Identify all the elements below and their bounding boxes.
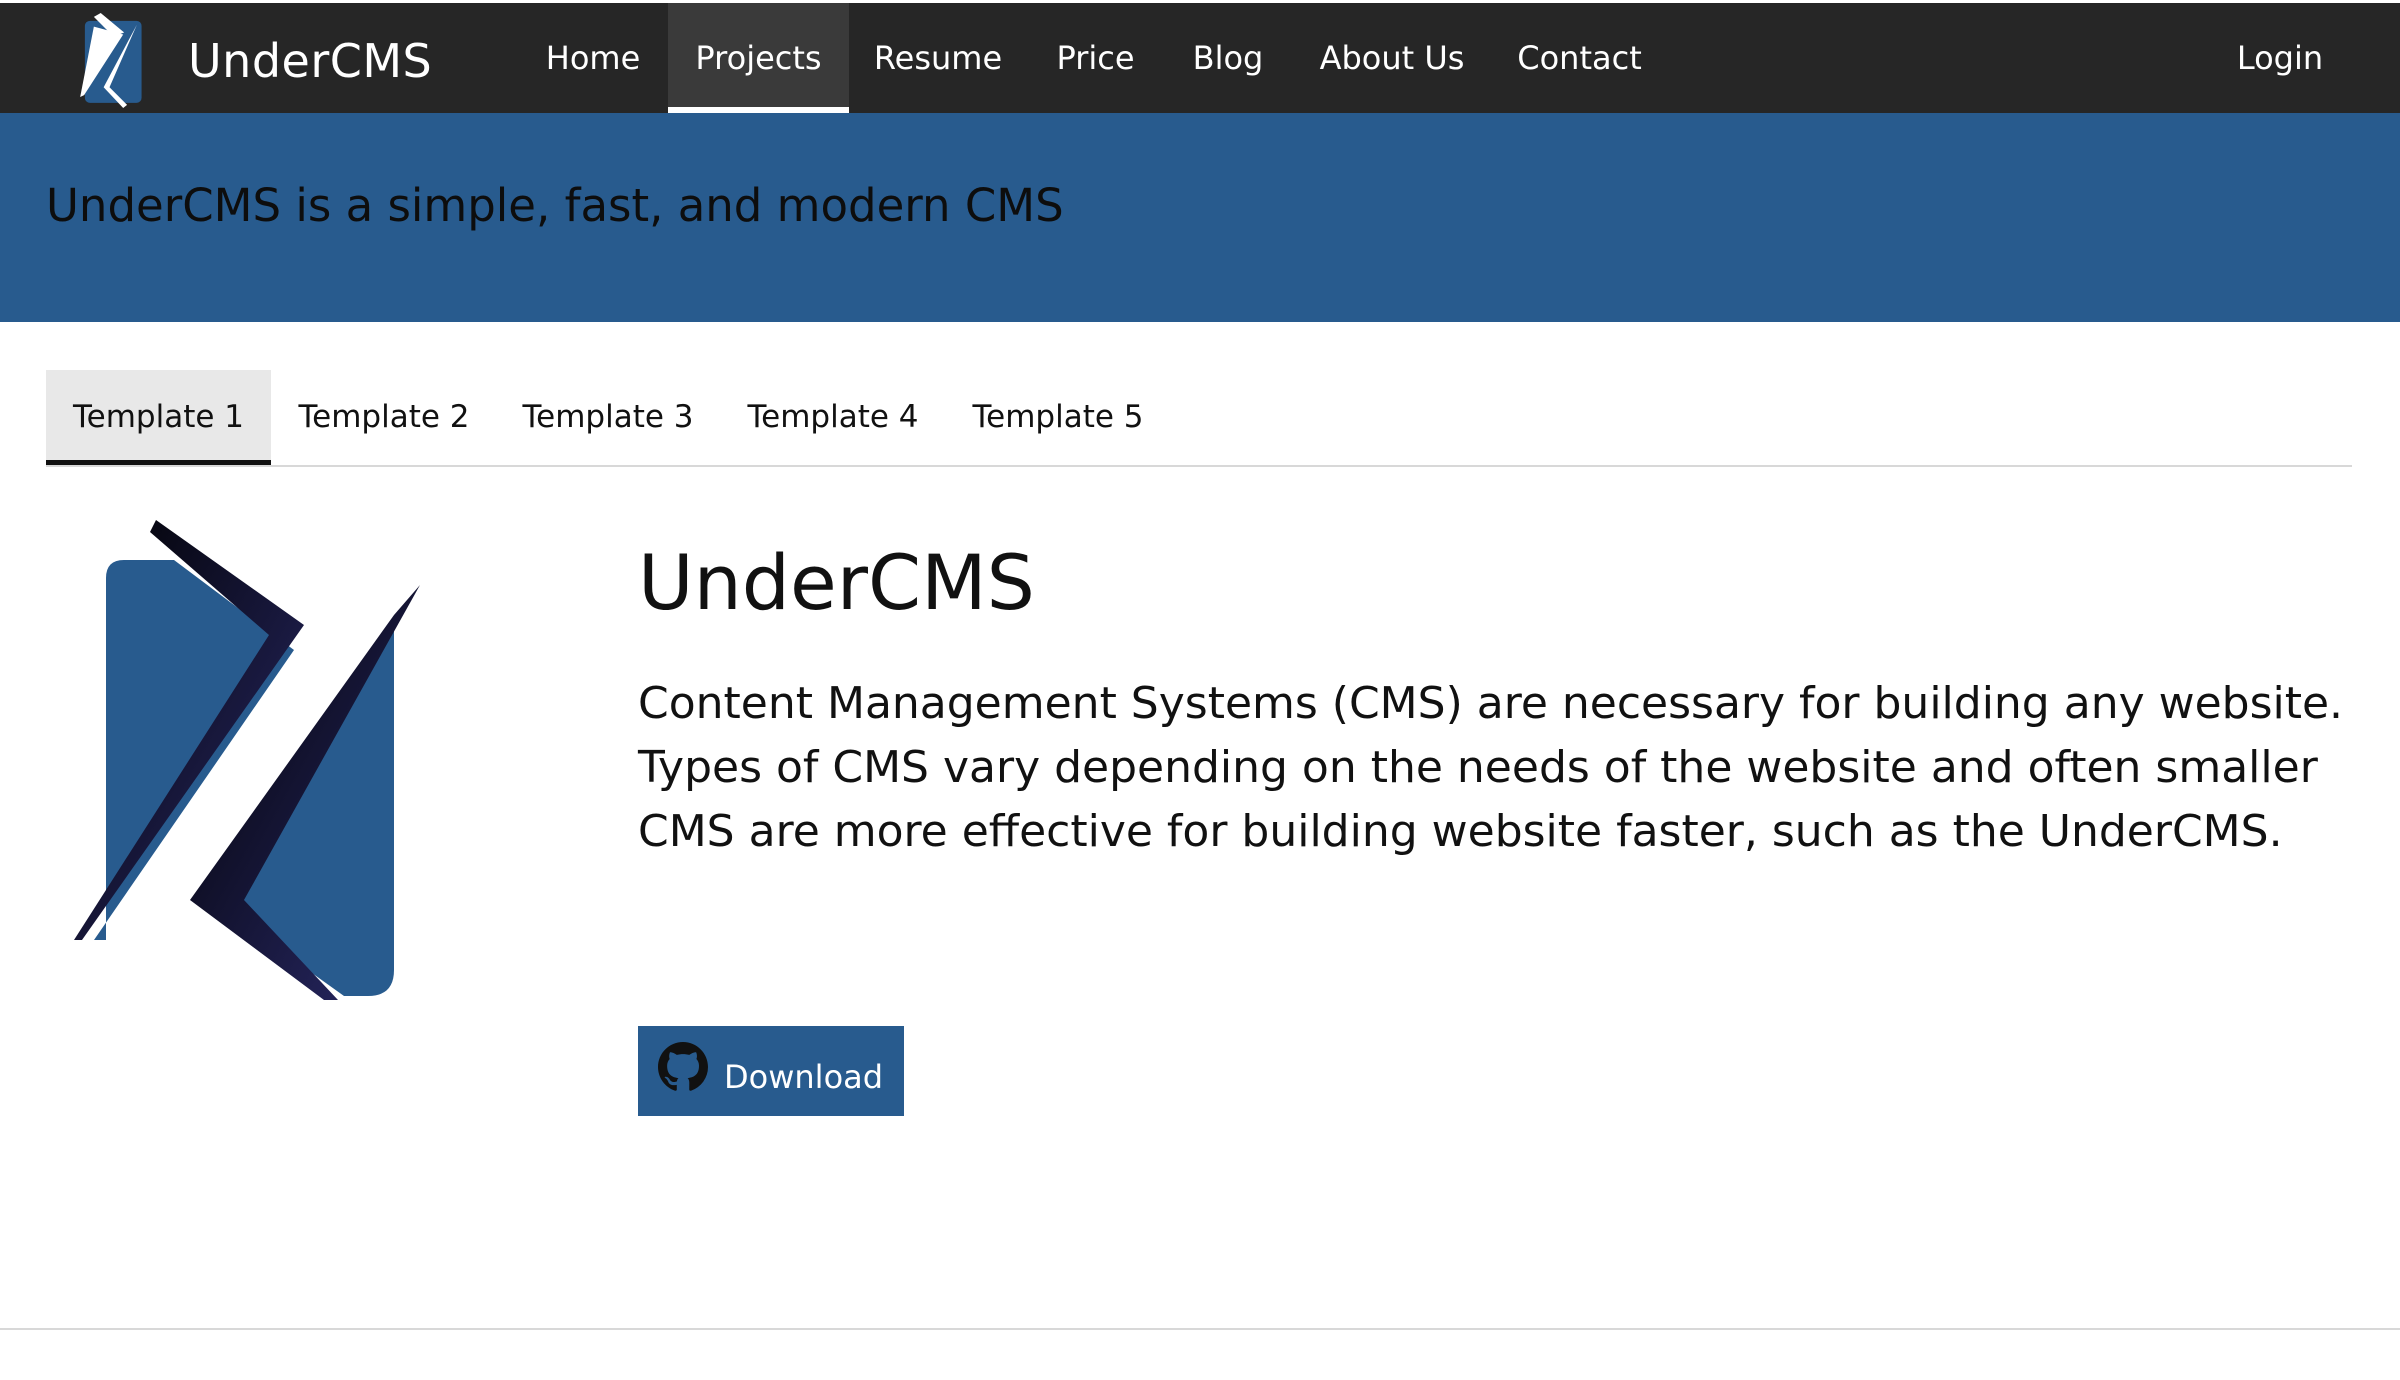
github-icon xyxy=(658,1042,708,1091)
nav-projects[interactable]: Projects xyxy=(668,3,849,113)
nav-contact[interactable]: Contact xyxy=(1502,3,1657,113)
footer-divider xyxy=(0,1328,2400,1330)
undercms-logo-icon xyxy=(80,13,142,108)
tab-template-3[interactable]: Template 3 xyxy=(503,370,713,465)
hero-tagline: UnderCMS is a simple, fast, and modern C… xyxy=(46,179,1064,232)
tab-template-5[interactable]: Template 5 xyxy=(953,370,1163,465)
nav-home[interactable]: Home xyxy=(529,3,657,113)
product-description: Content Management Systems (CMS) are nec… xyxy=(638,678,2344,857)
nav-price[interactable]: Price xyxy=(1027,3,1164,113)
undercms-large-logo-icon xyxy=(74,520,420,1000)
tab-template-4[interactable]: Template 4 xyxy=(728,370,938,465)
download-label: Download xyxy=(724,1058,884,1096)
template-tabs: Template 1 Template 2 Template 3 Templat… xyxy=(46,370,2352,467)
tab-template-1[interactable]: Template 1 xyxy=(46,370,271,465)
hero-banner: UnderCMS is a simple, fast, and modern C… xyxy=(0,113,2400,322)
nav-about-us[interactable]: About Us xyxy=(1292,3,1492,113)
nav-blog[interactable]: Blog xyxy=(1174,3,1282,113)
nav-resume[interactable]: Resume xyxy=(859,3,1017,113)
brand-link[interactable]: UnderCMS xyxy=(74,13,432,108)
top-navbar: UnderCMS Home Projects Resume Price Blog… xyxy=(0,0,2400,113)
brand-name: UnderCMS xyxy=(188,33,433,88)
product-title: UnderCMS xyxy=(638,538,1035,627)
tab-template-2[interactable]: Template 2 xyxy=(279,370,489,465)
nav-login[interactable]: Login xyxy=(2220,3,2340,113)
download-button[interactable]: Download xyxy=(638,1026,904,1116)
